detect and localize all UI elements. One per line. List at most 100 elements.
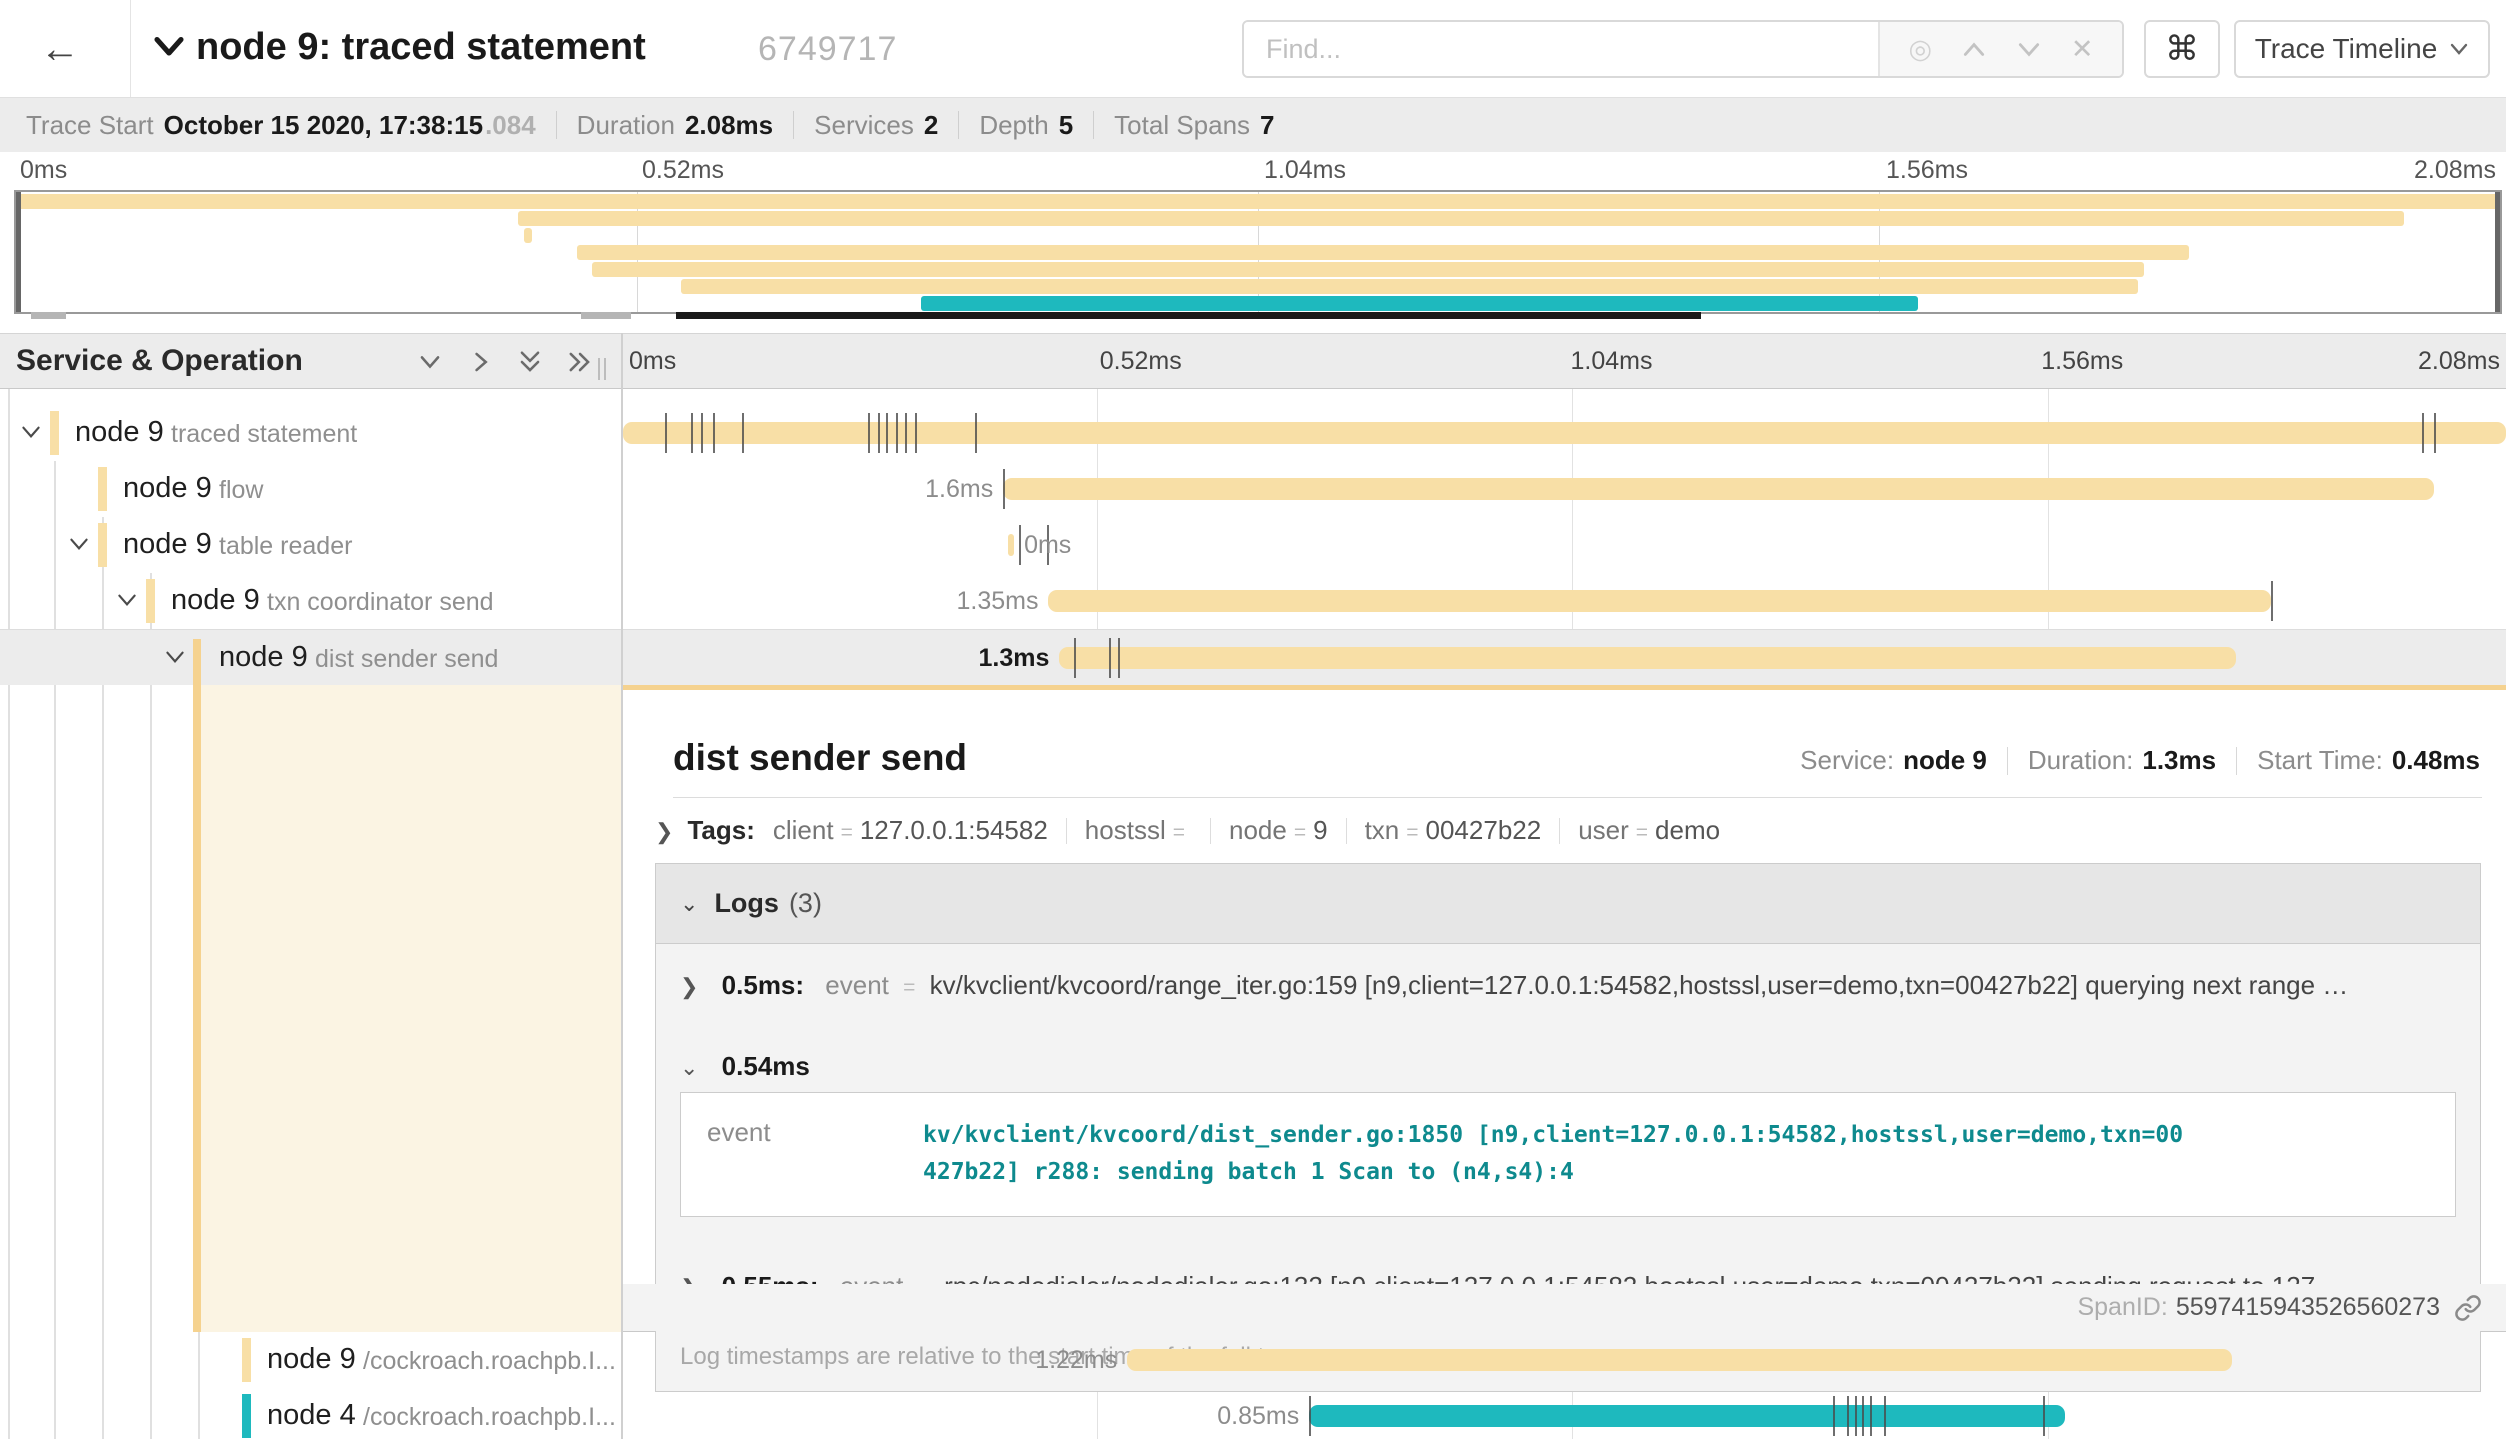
minimap-left-handle[interactable] <box>16 192 21 312</box>
minimap-right-handle[interactable] <box>2495 192 2500 312</box>
span-bar-zone[interactable]: 0.85ms <box>623 1388 2506 1439</box>
minimap-scrubber[interactable] <box>14 312 2502 319</box>
log-event-table: event kv/kvclient/kvcoord/dist_sender.go… <box>680 1092 2456 1217</box>
span-service-name: node 9 <box>75 416 164 449</box>
collapse-one-chevron-right-icon[interactable] <box>465 346 497 378</box>
expand-one-double-chevron-right-icon[interactable] <box>565 346 597 378</box>
trace-summary-bar: Trace StartOctober 15 2020, 17:38:15.084… <box>0 97 2506 152</box>
span-row[interactable]: node 4/cockroach.roachpb.I...0.85ms <box>0 1388 2506 1439</box>
log-marker <box>1870 1396 1872 1436</box>
trace-timeline-dropdown[interactable]: Trace Timeline <box>2234 20 2490 78</box>
chevron-down-icon: ⌄ <box>680 1055 698 1080</box>
span-row[interactable]: node 9traced statement <box>0 405 2506 461</box>
tick-label: 1.56ms <box>2041 347 2123 376</box>
span-duration-bar[interactable] <box>1059 647 2236 669</box>
span-row[interactable]: node 9table reader0ms <box>0 517 2506 573</box>
meta-label: Service: <box>1800 745 1894 776</box>
trace-minimap: 0ms 0.52ms 1.04ms 1.56ms 2.08ms <box>0 152 2506 333</box>
log-marker <box>1074 638 1076 678</box>
row-chevron-down-icon[interactable] <box>162 646 188 668</box>
span-operation-name: /cockroach.roachpb.I... <box>363 1403 616 1432</box>
span-id-row: SpanID: 5597415943526560273 <box>623 1284 2506 1331</box>
log-marker <box>1309 1396 1311 1436</box>
minimap-span-bar <box>921 296 1918 311</box>
span-row[interactable]: node 9dist sender send1.3ms <box>0 629 2506 685</box>
meta-label: Duration: <box>2028 745 2134 776</box>
span-duration-bar[interactable] <box>1048 590 2270 612</box>
span-bar-zone[interactable] <box>623 405 2506 461</box>
collapse-title-chevron-icon[interactable] <box>150 32 188 62</box>
log-marker <box>691 413 693 453</box>
divider <box>673 797 2482 798</box>
span-bar-zone[interactable]: 1.22ms <box>623 1332 2506 1388</box>
chevron-right-icon: ❯ <box>680 974 698 999</box>
log-marker <box>1118 638 1120 678</box>
minimap-scroll-indicator[interactable] <box>676 312 1701 319</box>
minimap-span-bar <box>16 194 2500 209</box>
tags-row[interactable]: ❯ Tags: client=127.0.0.1:54582hostssl=no… <box>655 815 1720 846</box>
tag-item: client=127.0.0.1:54582 <box>773 815 1048 846</box>
keyboard-shortcuts-button[interactable]: ⌘ <box>2144 20 2220 78</box>
log-marker <box>665 413 667 453</box>
span-row[interactable]: node 9flow1.6ms <box>0 461 2506 517</box>
tree-guide <box>150 573 152 1439</box>
log-field: event <box>825 970 889 1000</box>
find-input[interactable] <box>1244 22 1878 76</box>
tick-label: 1.56ms <box>1886 156 1968 185</box>
back-button[interactable]: ← <box>30 24 90 74</box>
minimap-scroll-block[interactable] <box>581 312 631 319</box>
find-clear-icon[interactable]: ✕ <box>2071 36 2094 63</box>
command-icon: ⌘ <box>2165 30 2199 68</box>
span-row[interactable]: node 9txn coordinator send1.35ms <box>0 573 2506 629</box>
minimap-span-bar <box>524 228 532 243</box>
span-duration-label: 0ms <box>1024 531 1071 560</box>
meta-value: 1.3ms <box>2142 745 2216 776</box>
expand-all-double-chevron-down-icon[interactable] <box>515 346 547 378</box>
tick-label: 0ms <box>20 156 67 185</box>
trace-id: 6749717 <box>758 30 897 69</box>
divider <box>556 111 557 139</box>
find-next-icon[interactable] <box>2016 40 2042 58</box>
span-bar-zone[interactable]: 0ms <box>623 517 2506 573</box>
span-detail-panel: dist sender send Service:node 9Duration:… <box>623 685 2506 1332</box>
locate-icon[interactable]: ◎ <box>1908 36 1932 63</box>
tick-label: 2.08ms <box>2418 347 2500 376</box>
log-marker <box>905 413 907 453</box>
collapse-all-chevron-down-icon[interactable] <box>415 346 447 378</box>
log-field: event <box>681 1117 923 1192</box>
log-marker <box>1109 638 1111 678</box>
find-prev-icon[interactable] <box>1961 40 1987 58</box>
row-chevron-down-icon[interactable] <box>114 589 140 611</box>
link-icon[interactable] <box>2454 1294 2482 1322</box>
tick-label: 0.52ms <box>642 156 724 185</box>
minimap-scroll-block[interactable] <box>31 312 66 319</box>
log-marker <box>878 413 880 453</box>
log-marker <box>886 413 888 453</box>
log-entry[interactable]: ❯ 0.5ms: event = kv/kvclient/kvcoord/ran… <box>656 944 2480 1025</box>
row-chevron-down-icon[interactable] <box>18 421 44 443</box>
span-duration-bar[interactable] <box>1003 478 2433 500</box>
span-bar-zone[interactable]: 1.35ms <box>623 573 2506 629</box>
span-duration-label: 1.3ms <box>978 644 1049 673</box>
span-service-name: node 9 <box>123 528 212 561</box>
tick-label: 2.08ms <box>2414 156 2496 185</box>
span-bar-zone[interactable]: 1.3ms <box>623 630 2506 686</box>
trace-page: ← node 9: traced statement 6749717 ◎ ✕ ⌘ <box>0 0 2506 1439</box>
tick-label: 1.04ms <box>1264 156 1346 185</box>
span-detail-title: dist sender send <box>673 737 967 779</box>
logs-header[interactable]: ⌄ Logs (3) <box>656 864 2480 944</box>
span-row[interactable]: node 9/cockroach.roachpb.I...1.22ms <box>0 1332 2506 1388</box>
span-duration-bar[interactable] <box>1008 534 1014 556</box>
span-duration-bar[interactable] <box>1127 1349 2231 1371</box>
divider <box>1093 111 1094 139</box>
column-resize-handle[interactable] <box>598 358 606 380</box>
row-chevron-down-icon[interactable] <box>66 533 92 555</box>
minimap-canvas[interactable] <box>14 190 2502 314</box>
log-marker <box>2422 413 2424 453</box>
log-entry-expanded[interactable]: ⌄ 0.54ms <box>656 1025 2480 1086</box>
span-duration-bar[interactable] <box>1309 1405 2065 1427</box>
log-marker <box>1019 525 1021 565</box>
span-bar-zone[interactable]: 1.6ms <box>623 461 2506 517</box>
column-divider[interactable] <box>621 333 623 1439</box>
detail-names-backdrop <box>200 685 623 1332</box>
